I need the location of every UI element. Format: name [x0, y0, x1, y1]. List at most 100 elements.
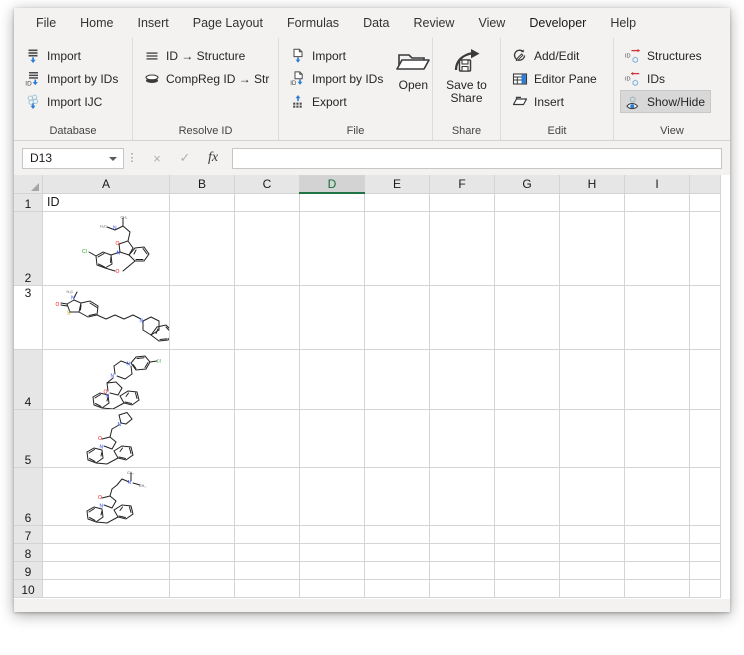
column-header-e[interactable]: E: [365, 175, 430, 193]
row-header-4[interactable]: 4: [14, 349, 43, 409]
cell-b5[interactable]: [170, 409, 235, 467]
cell-a6-structure[interactable]: N CH₃ CH₃ O N: [43, 467, 170, 525]
database-import-by-ids-button[interactable]: ID Import by IDs: [20, 67, 124, 90]
cell-i8[interactable]: [625, 543, 690, 561]
cell-d2[interactable]: [300, 211, 365, 285]
select-all-corner[interactable]: [14, 175, 43, 193]
column-header-f[interactable]: F: [430, 175, 495, 193]
cell-c1[interactable]: [235, 193, 300, 211]
add-edit-button[interactable]: Add/Edit: [507, 44, 603, 67]
column-header-a[interactable]: A: [43, 175, 170, 193]
cell-h4[interactable]: [560, 349, 625, 409]
cell-b6[interactable]: [170, 467, 235, 525]
tab-page-layout[interactable]: Page Layout: [181, 11, 275, 35]
cell-g1[interactable]: [495, 193, 560, 211]
tab-insert[interactable]: Insert: [126, 11, 181, 35]
cell-f5[interactable]: [430, 409, 495, 467]
cell-b3[interactable]: [170, 285, 235, 349]
view-structures-button[interactable]: ID Structures: [620, 44, 711, 67]
cell-h5[interactable]: [560, 409, 625, 467]
column-header-j-partial[interactable]: [690, 175, 721, 193]
cell-g3[interactable]: [495, 285, 560, 349]
cell-d5[interactable]: [300, 409, 365, 467]
cell-j1[interactable]: [690, 193, 721, 211]
cell-d6[interactable]: [300, 467, 365, 525]
tab-home[interactable]: Home: [68, 11, 125, 35]
cell-f1[interactable]: [430, 193, 495, 211]
formula-input[interactable]: [232, 148, 722, 169]
cell-b2[interactable]: [170, 211, 235, 285]
cell-f3[interactable]: [430, 285, 495, 349]
tab-review[interactable]: Review: [401, 11, 466, 35]
cell-h6[interactable]: [560, 467, 625, 525]
cell-a1[interactable]: ID: [43, 193, 170, 211]
cell-i10[interactable]: [625, 579, 690, 597]
insert-button[interactable]: Insert: [507, 90, 603, 113]
cell-h10[interactable]: [560, 579, 625, 597]
column-header-g[interactable]: G: [495, 175, 560, 193]
cell-j2[interactable]: [690, 211, 721, 285]
column-header-h[interactable]: H: [560, 175, 625, 193]
cell-i6[interactable]: [625, 467, 690, 525]
cell-c2[interactable]: [235, 211, 300, 285]
file-export-button[interactable]: Export: [285, 90, 389, 113]
cell-c3[interactable]: [235, 285, 300, 349]
save-to-share-button[interactable]: Save to Share: [439, 44, 494, 105]
cell-a3-structure[interactable]: N H₃C S O N: [43, 285, 170, 349]
cell-h1[interactable]: [560, 193, 625, 211]
row-header-10[interactable]: 10: [14, 579, 43, 597]
cell-d10[interactable]: [300, 579, 365, 597]
cell-b1[interactable]: [170, 193, 235, 211]
cell-a2-structure[interactable]: N CH₃ H₃C O N O Cl: [43, 211, 170, 285]
cell-i3[interactable]: [625, 285, 690, 349]
view-ids-button[interactable]: ID IDs: [620, 67, 711, 90]
cell-h7[interactable]: [560, 525, 625, 543]
cell-d1[interactable]: [300, 193, 365, 211]
name-box-resize-handle[interactable]: ⋮: [124, 154, 140, 163]
cell-g2[interactable]: [495, 211, 560, 285]
cell-j10[interactable]: [690, 579, 721, 597]
cell-a10[interactable]: [43, 579, 170, 597]
column-header-b[interactable]: B: [170, 175, 235, 193]
cell-f10[interactable]: [430, 579, 495, 597]
cell-g7[interactable]: [495, 525, 560, 543]
file-import-button[interactable]: Import: [285, 44, 389, 67]
cell-a4-structure[interactable]: N N Cl O N: [43, 349, 170, 409]
database-import-button[interactable]: Import: [20, 44, 124, 67]
editor-pane-button[interactable]: Editor Pane: [507, 67, 603, 90]
row-header-8[interactable]: 8: [14, 543, 43, 561]
cell-e5[interactable]: [365, 409, 430, 467]
cell-a8[interactable]: [43, 543, 170, 561]
cell-b10[interactable]: [170, 579, 235, 597]
cell-h3[interactable]: [560, 285, 625, 349]
cell-e6[interactable]: [365, 467, 430, 525]
file-import-by-ids-button[interactable]: ID Import by IDs: [285, 67, 389, 90]
tab-view[interactable]: View: [466, 11, 517, 35]
cell-c4[interactable]: [235, 349, 300, 409]
cell-g10[interactable]: [495, 579, 560, 597]
row-header-9[interactable]: 9: [14, 561, 43, 579]
tab-developer[interactable]: Developer: [517, 11, 598, 35]
enter-formula-icon[interactable]: ✓: [178, 150, 192, 166]
cell-c9[interactable]: [235, 561, 300, 579]
chevron-down-icon[interactable]: [109, 157, 117, 161]
cell-c7[interactable]: [235, 525, 300, 543]
show-hide-button[interactable]: Show/Hide: [620, 90, 711, 113]
cell-c8[interactable]: [235, 543, 300, 561]
tab-help[interactable]: Help: [598, 11, 648, 35]
column-header-i[interactable]: I: [625, 175, 690, 193]
cell-e10[interactable]: [365, 579, 430, 597]
cell-h9[interactable]: [560, 561, 625, 579]
cell-j5[interactable]: [690, 409, 721, 467]
cell-b9[interactable]: [170, 561, 235, 579]
cell-i5[interactable]: [625, 409, 690, 467]
cell-j6[interactable]: [690, 467, 721, 525]
cell-e2[interactable]: [365, 211, 430, 285]
cell-g9[interactable]: [495, 561, 560, 579]
cell-b4[interactable]: [170, 349, 235, 409]
row-header-2[interactable]: 2: [14, 211, 43, 285]
cell-e3[interactable]: [365, 285, 430, 349]
cell-h2[interactable]: [560, 211, 625, 285]
cell-d8[interactable]: [300, 543, 365, 561]
cell-f4[interactable]: [430, 349, 495, 409]
